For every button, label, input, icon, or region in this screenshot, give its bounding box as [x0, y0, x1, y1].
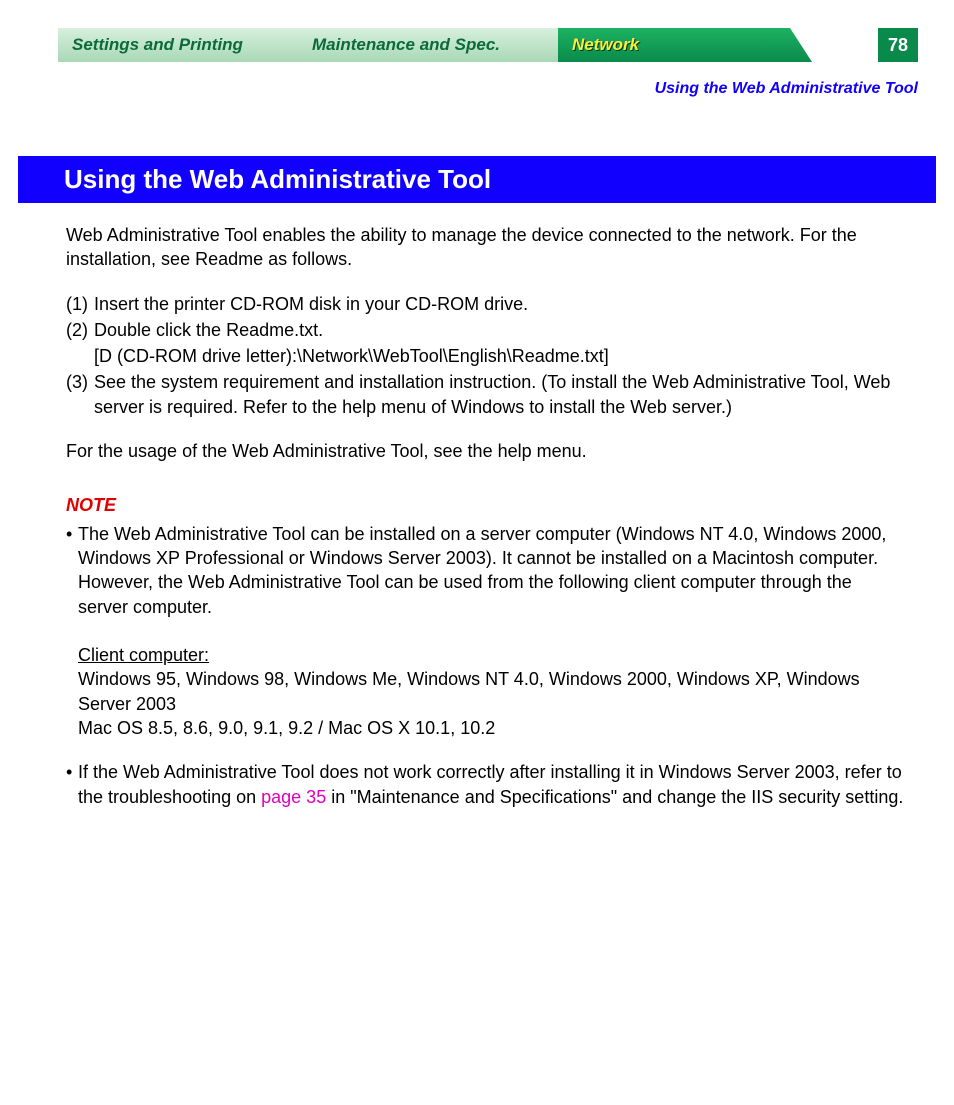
- note-label: NOTE: [66, 493, 906, 517]
- tab-maintenance-and-spec[interactable]: Maintenance and Spec.: [298, 28, 592, 62]
- install-steps: (1) Insert the printer CD-ROM disk in yo…: [66, 292, 906, 419]
- step-number: (1): [66, 292, 94, 316]
- step-text: Double click the Readme.txt.: [94, 318, 906, 342]
- step-1: (1) Insert the printer CD-ROM disk in yo…: [66, 292, 906, 316]
- step-number: (3): [66, 370, 94, 419]
- page-number: 78: [878, 28, 918, 62]
- step-text: Insert the printer CD-ROM disk in your C…: [94, 292, 906, 316]
- note-item-1: • The Web Administrative Tool can be ins…: [66, 522, 906, 741]
- intro-paragraph: Web Administrative Tool enables the abil…: [66, 223, 906, 272]
- breadcrumb: Using the Web Administrative Tool: [655, 80, 918, 98]
- usage-paragraph: For the usage of the Web Administrative …: [66, 439, 906, 463]
- tab-settings-and-printing[interactable]: Settings and Printing: [58, 28, 332, 62]
- bullet-dot: •: [66, 522, 78, 741]
- tab-bar: Settings and Printing Maintenance and Sp…: [18, 28, 936, 84]
- client-windows-list: Windows 95, Windows 98, Windows Me, Wind…: [78, 667, 906, 716]
- step-3: (3) See the system requirement and insta…: [66, 370, 906, 419]
- note2-post: in "Maintenance and Specifications" and …: [326, 787, 903, 807]
- client-computer-label: Client computer:: [78, 643, 906, 667]
- step-number: (2): [66, 318, 94, 342]
- note-text: If the Web Administrative Tool does not …: [78, 760, 906, 809]
- bullet-dot: •: [66, 760, 78, 809]
- content-body: Web Administrative Tool enables the abil…: [66, 223, 906, 809]
- tab-network[interactable]: Network: [558, 28, 812, 62]
- note-text: The Web Administrative Tool can be insta…: [78, 522, 906, 619]
- step-2-subtext: [D (CD-ROM drive letter):\Network\WebToo…: [66, 344, 906, 368]
- step-text: See the system requirement and installat…: [94, 370, 906, 419]
- page-title: Using the Web Administrative Tool: [18, 156, 936, 203]
- step-subtext: [D (CD-ROM drive letter):\Network\WebToo…: [94, 344, 906, 368]
- client-mac-list: Mac OS 8.5, 8.6, 9.0, 9.1, 9.2 / Mac OS …: [78, 716, 906, 740]
- page-link[interactable]: page 35: [261, 787, 326, 807]
- note-item-2: • If the Web Administrative Tool does no…: [66, 760, 906, 809]
- step-2: (2) Double click the Readme.txt.: [66, 318, 906, 342]
